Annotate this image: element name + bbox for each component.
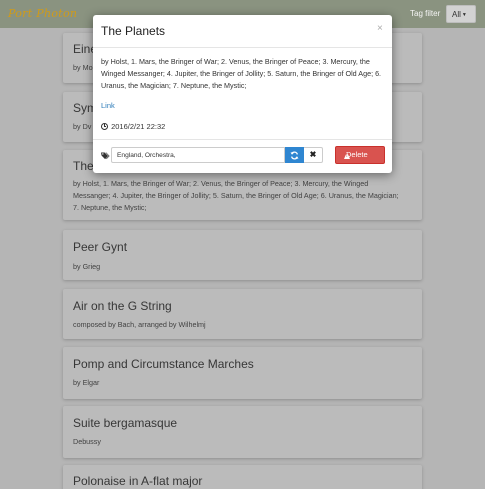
edit-modal: The Planets × by Holst, 1. Mars, the Bri… [93,15,392,173]
modal-description: by Holst, 1. Mars, the Bringer of War; 2… [101,57,382,90]
modal-link[interactable]: Link [101,101,115,110]
clear-tags-button[interactable]: ✖ [304,147,323,163]
delete-button[interactable]: Delete [335,146,385,164]
refresh-tags-button[interactable] [285,147,304,163]
tags-icon [101,152,110,160]
clock-icon [101,123,108,130]
tags-input[interactable] [111,147,285,163]
modal-date-text: 2016/2/21 22:32 [111,122,166,131]
modal-header-divider [93,47,392,48]
warning-icon [344,152,350,159]
modal-date: 2016/2/21 22:32 [101,122,165,131]
close-icon[interactable]: × [377,23,383,34]
modal-footer-divider [93,139,392,140]
modal-title: The Planets [101,24,166,38]
refresh-icon [290,150,299,160]
